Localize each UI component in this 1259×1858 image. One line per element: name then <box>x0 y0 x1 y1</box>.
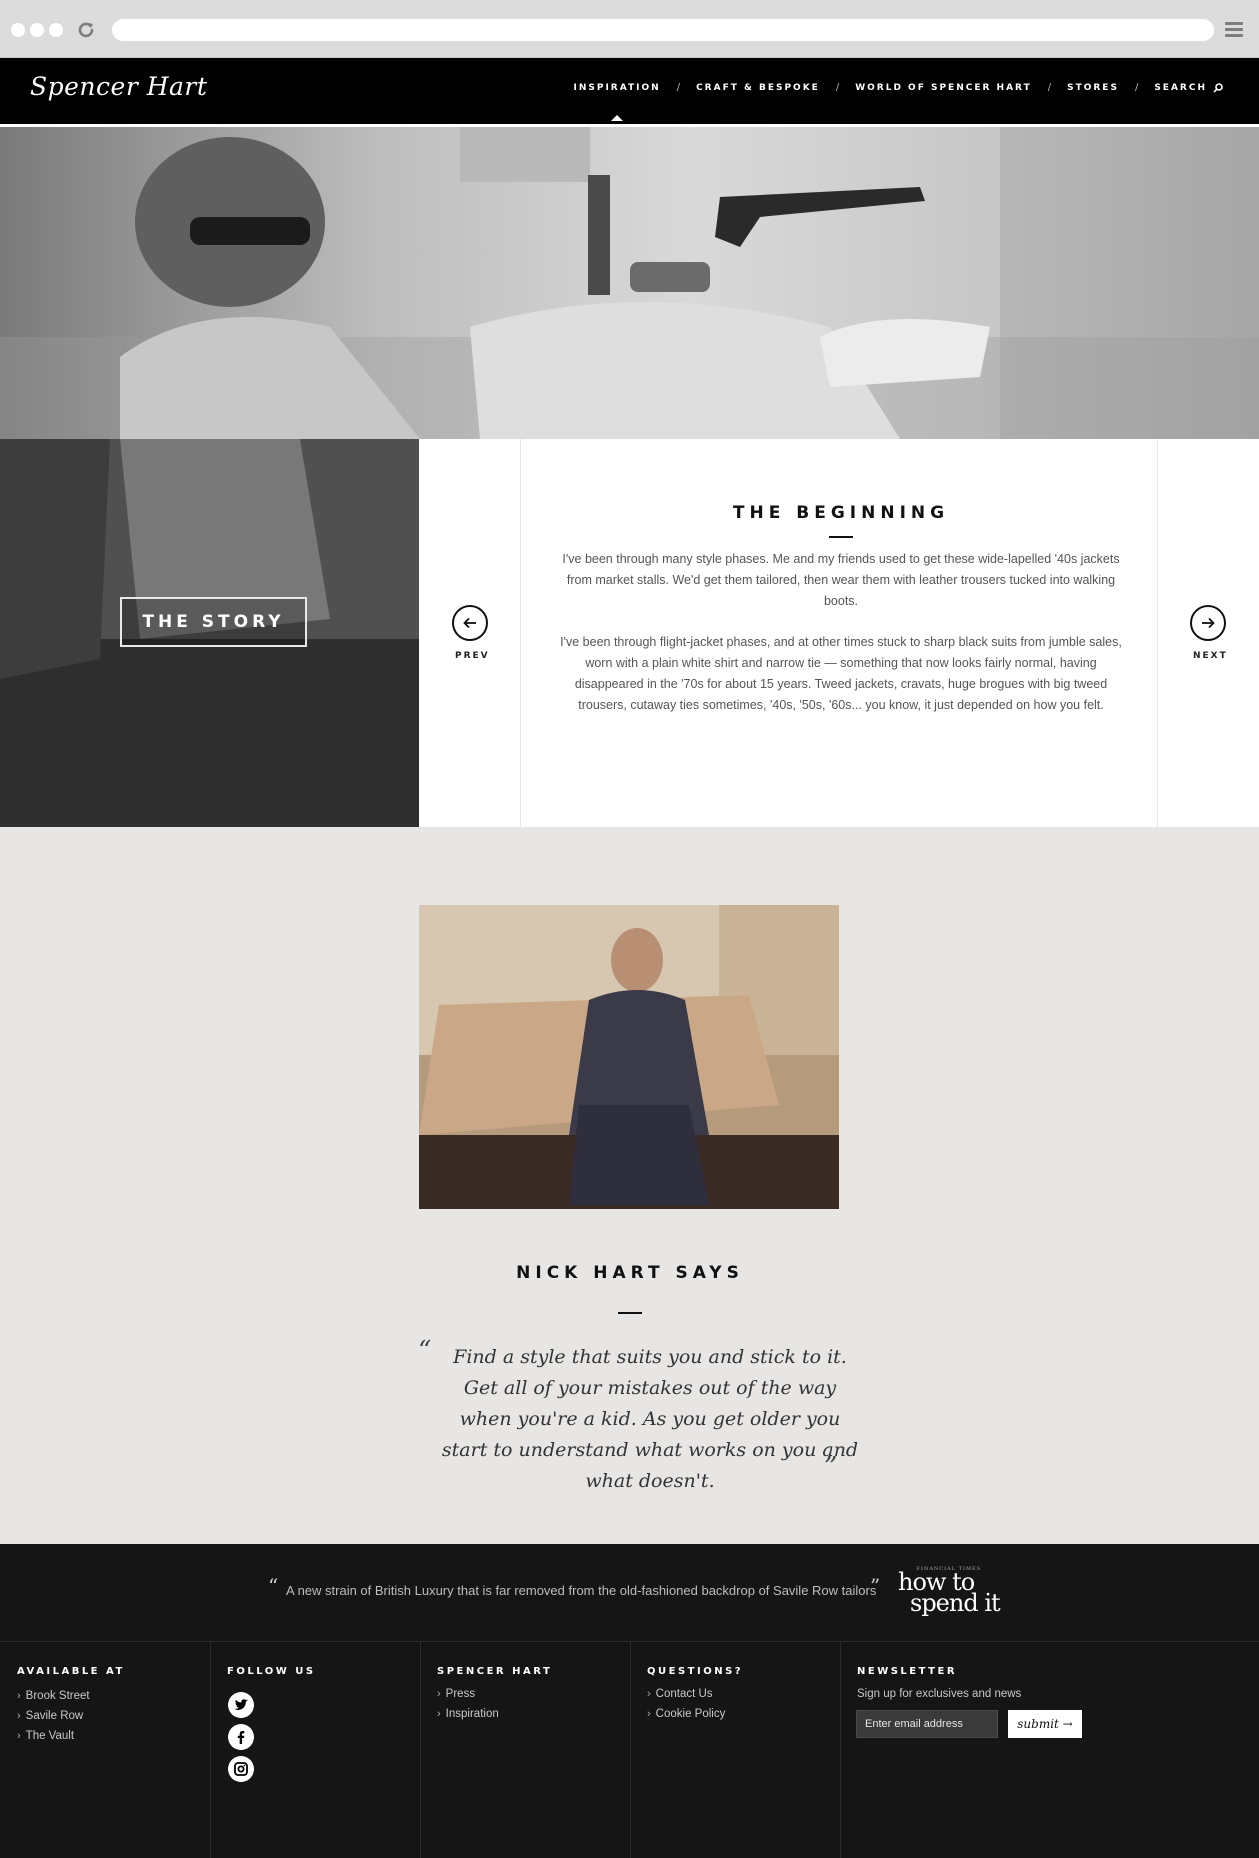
nav-separator: / <box>1047 82 1052 93</box>
nav-separator: / <box>835 82 840 93</box>
link-contact-us[interactable]: › Contact Us <box>647 1688 713 1700</box>
next-button[interactable] <box>1190 605 1226 641</box>
nav-inspiration[interactable]: INSPIRATION <box>574 83 661 121</box>
story-title: THE BEGINNING <box>732 503 950 523</box>
search-label: SEARCH <box>1154 82 1207 93</box>
spencer-hart-title: SPENCER HART <box>437 1666 553 1677</box>
press-quote: A new strain of British Luxury that is f… <box>286 1583 877 1598</box>
nav-separator: / <box>676 82 681 93</box>
twitter-icon[interactable] <box>228 1692 254 1718</box>
column-divider <box>210 1642 211 1858</box>
site-logo[interactable]: Spencer Hart <box>30 72 207 101</box>
window-minimize-dot[interactable] <box>30 23 44 37</box>
panel-divider <box>520 439 521 827</box>
panel-divider <box>1157 439 1158 827</box>
instagram-icon[interactable] <box>228 1756 254 1782</box>
window-maximize-dot[interactable] <box>49 23 63 37</box>
nav-separator: / <box>1134 82 1139 93</box>
questions-title: QUESTIONS? <box>647 1666 744 1677</box>
chevron-right-icon: › <box>437 1688 441 1700</box>
browser-chrome <box>0 0 1259 58</box>
press-close-quote: ” <box>870 1574 881 1598</box>
nav-stores[interactable]: STORES <box>1067 83 1119 93</box>
column-divider <box>420 1642 421 1858</box>
search-icon <box>1213 82 1223 93</box>
column-divider <box>840 1642 841 1858</box>
arrow-left-icon <box>463 617 476 629</box>
browser-menu-icon[interactable] <box>1225 22 1243 38</box>
newsletter-title: NEWSLETTER <box>857 1666 958 1677</box>
chevron-right-icon: › <box>17 1730 21 1742</box>
newsletter-subtitle: Sign up for exclusives and news <box>857 1688 1022 1700</box>
chevron-right-icon: › <box>647 1708 651 1720</box>
active-nav-caret <box>611 114 624 121</box>
link-cookie-policy[interactable]: › Cookie Policy <box>647 1708 725 1720</box>
title-rule <box>829 536 853 538</box>
link-inspiration[interactable]: › Inspiration <box>437 1708 499 1720</box>
column-divider <box>630 1642 631 1858</box>
next-label: NEXT <box>1193 651 1228 661</box>
main-nav: INSPIRATION / CRAFT & BESPOKE / WORLD OF… <box>574 82 1224 121</box>
link-press[interactable]: › Press <box>437 1688 475 1700</box>
the-story-button[interactable]: THE STORY <box>120 597 307 647</box>
window-close-dot[interactable] <box>11 23 25 37</box>
chevron-right-icon: › <box>647 1688 651 1700</box>
site-header: Spencer Hart INSPIRATION / CRAFT & BESPO… <box>0 58 1259 124</box>
title-rule <box>618 1312 642 1314</box>
follow-us-title: FOLLOW US <box>227 1666 316 1677</box>
nav-craft-bespoke[interactable]: CRAFT & BESPOKE <box>696 83 820 93</box>
nick-hart-quote: Find a style that suits you and stick to… <box>441 1346 859 1492</box>
chevron-right-icon: › <box>17 1710 21 1722</box>
open-quote-mark: “ <box>418 1336 432 1366</box>
prev-button[interactable] <box>452 605 488 641</box>
how-to-spend-it-logo[interactable]: FINANCIAL TIMES how to spend it <box>898 1566 1001 1615</box>
arrow-right-icon <box>1202 617 1215 629</box>
chevron-right-icon: › <box>437 1708 441 1720</box>
nav-world-of-spencer-hart[interactable]: WORLD OF SPENCER HART <box>855 83 1032 93</box>
link-savile-row[interactable]: › Savile Row <box>17 1710 83 1722</box>
newsletter-email-input[interactable] <box>856 1710 998 1738</box>
hero-image <box>0 127 1259 439</box>
link-the-vault[interactable]: › The Vault <box>17 1730 74 1742</box>
facebook-icon[interactable] <box>228 1724 254 1750</box>
address-bar[interactable] <box>112 19 1214 41</box>
story-paragraph: I've been through many style phases. Me … <box>562 552 1120 608</box>
nick-hart-says-title: NICK HART SAYS <box>516 1263 744 1283</box>
close-quote-mark: ” <box>824 1452 838 1482</box>
available-at-title: AVAILABLE AT <box>17 1666 125 1677</box>
newsletter-submit-button[interactable]: submit → <box>1008 1710 1082 1738</box>
reload-icon[interactable] <box>76 20 96 40</box>
prev-label: PREV <box>455 651 490 661</box>
nav-search[interactable]: SEARCH <box>1154 83 1223 93</box>
nick-hart-portrait <box>419 905 839 1209</box>
press-open-quote: “ <box>268 1574 279 1598</box>
link-brook-street[interactable]: › Brook Street <box>17 1690 90 1702</box>
chevron-right-icon: › <box>17 1690 21 1702</box>
story-paragraph: I've been through flight-jacket phases, … <box>560 635 1122 712</box>
